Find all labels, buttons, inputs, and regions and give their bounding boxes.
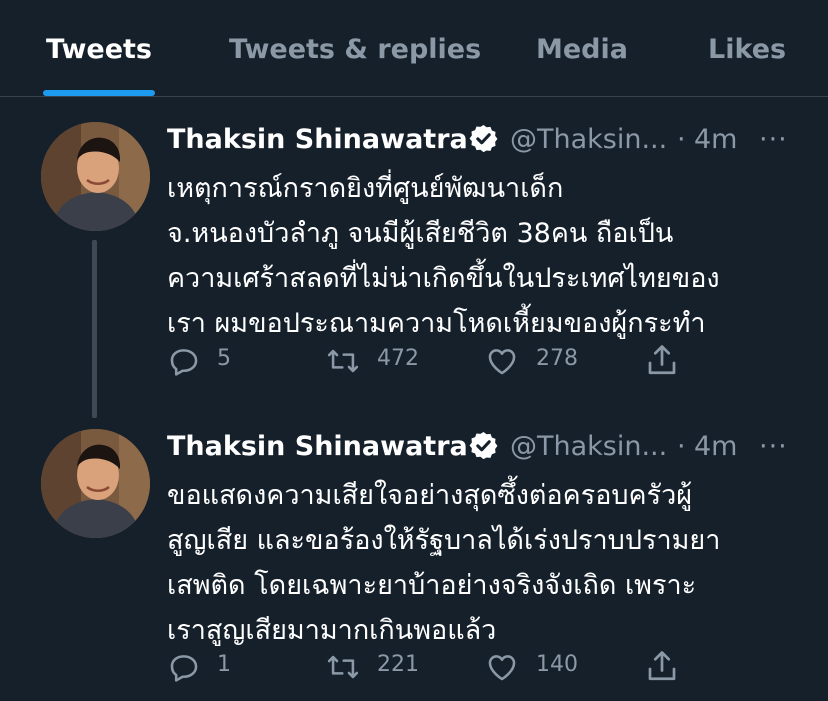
reply-button[interactable]: 1 (167, 650, 267, 684)
author-name[interactable]: Thaksin Shinawatra (167, 124, 468, 155)
retweet-count: 221 (377, 652, 419, 677)
reply-count: 1 (217, 652, 231, 677)
tweet-header: Thaksin Shinawatra @Thaksin... · 4m ··· (167, 429, 807, 469)
thread-connector-line (92, 240, 97, 418)
more-options-icon[interactable]: ··· (759, 431, 788, 462)
author-handle[interactable]: @Thaksin... (510, 124, 667, 155)
reply-icon (170, 349, 198, 376)
separator-dot: · (677, 124, 686, 155)
retweet-button[interactable]: 472 (325, 344, 445, 378)
timestamp[interactable]: 4m (694, 124, 737, 155)
reply-button[interactable]: 5 (167, 344, 267, 378)
like-button[interactable]: 278 (485, 344, 605, 378)
separator-dot: · (677, 431, 686, 462)
tab-tweets[interactable]: Tweets (46, 34, 152, 65)
avatar[interactable] (41, 429, 150, 538)
like-count: 140 (536, 652, 578, 677)
share-button[interactable] (644, 648, 680, 682)
retweet-icon (327, 655, 359, 679)
timestamp[interactable]: 4m (694, 431, 737, 462)
tab-likes[interactable]: Likes (708, 34, 786, 65)
retweet-button[interactable]: 221 (325, 650, 445, 684)
reply-count: 5 (217, 346, 231, 371)
share-icon (648, 345, 676, 375)
heart-icon (488, 349, 516, 375)
like-count: 278 (536, 346, 578, 371)
avatar[interactable] (41, 122, 150, 231)
retweet-count: 472 (377, 346, 419, 371)
tab-tweets-and-replies[interactable]: Tweets & replies (229, 34, 481, 65)
verified-badge-icon (469, 124, 498, 153)
tweet-text: เหตุการณ์กราดยิงที่ศูนย์พัฒนาเด็ก จ.หนอง… (167, 173, 720, 339)
author-name[interactable]: Thaksin Shinawatra (167, 431, 468, 462)
heart-icon (488, 655, 516, 681)
tweet-text: ขอแสดงความเสียใจอย่างสุดซึ้งต่อครอบครัวผ… (167, 480, 721, 646)
share-button[interactable] (644, 342, 680, 376)
author-handle[interactable]: @Thaksin... (510, 431, 667, 462)
retweet-icon (327, 349, 359, 373)
profile-tabs: Tweets Tweets & replies Media Likes (0, 0, 828, 97)
reply-icon (170, 655, 198, 682)
like-button[interactable]: 140 (485, 650, 605, 684)
tab-media[interactable]: Media (536, 34, 628, 65)
active-tab-indicator (43, 90, 155, 96)
share-icon (648, 651, 676, 681)
more-options-icon[interactable]: ··· (759, 124, 788, 155)
tweet-header: Thaksin Shinawatra @Thaksin... · 4m ··· (167, 122, 807, 162)
verified-badge-icon (469, 431, 498, 460)
